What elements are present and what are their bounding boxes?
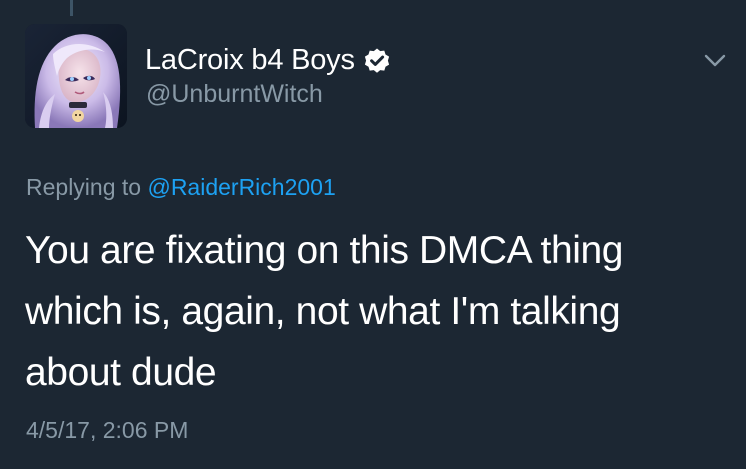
avatar-image xyxy=(25,24,127,128)
chevron-down-icon[interactable] xyxy=(703,52,727,70)
user-handle[interactable]: @UnburntWitch xyxy=(146,80,323,109)
tweet-text: You are fixating on this DMCA thing whic… xyxy=(25,229,624,394)
display-name-row[interactable]: LaCroix b4 Boys xyxy=(145,44,391,77)
tweet-timestamp[interactable]: 4/5/17, 2:06 PM xyxy=(26,417,188,444)
verified-badge-icon xyxy=(363,47,391,75)
replying-to: Replying to @RaiderRich2001 xyxy=(26,174,336,201)
display-name[interactable]: LaCroix b4 Boys xyxy=(145,44,355,77)
replying-to-label: Replying to xyxy=(26,174,142,200)
thread-connector-line xyxy=(70,0,73,16)
avatar[interactable] xyxy=(25,24,127,128)
replying-to-mention-link[interactable]: @RaiderRich2001 xyxy=(147,174,335,200)
